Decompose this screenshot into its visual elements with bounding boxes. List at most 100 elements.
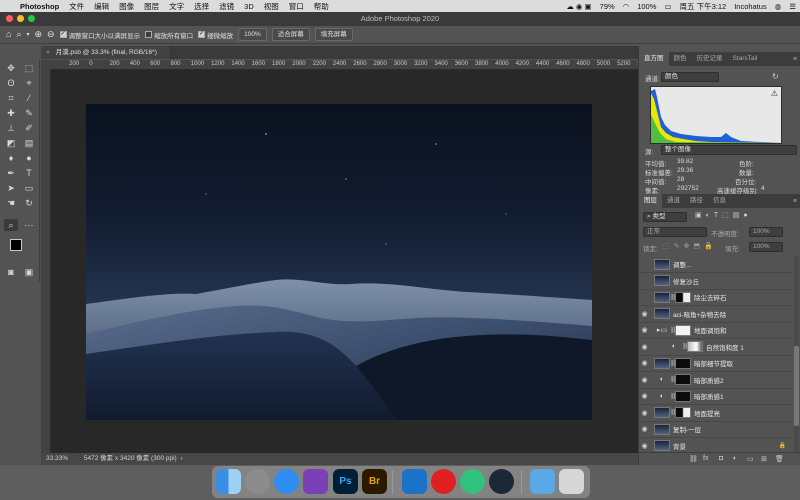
tab-channels[interactable]: 通道 <box>662 194 685 208</box>
panel-menu-icon[interactable]: ≡ <box>793 56 800 63</box>
layer-row[interactable]: ⛓ 除尘去碎石 <box>639 289 792 306</box>
rectangle-tool-icon[interactable]: ▭ <box>22 182 36 194</box>
layer-thumbnail[interactable] <box>654 258 670 270</box>
eyedropper-tool-icon[interactable]: ⁄ <box>22 92 36 104</box>
menu-app-name[interactable]: Photoshop <box>15 2 64 11</box>
adjustment-icon[interactable]: ◐ <box>666 341 682 352</box>
qq-music-icon[interactable] <box>460 469 485 494</box>
fill-input[interactable]: 100% <box>749 242 783 252</box>
control-center-icon[interactable]: ☰ <box>785 2 800 11</box>
link-layers-icon[interactable]: ⛓ <box>689 455 698 463</box>
eye-visible-icon[interactable]: ◉ <box>639 409 650 417</box>
zoom-in-icon[interactable]: ⊕ <box>35 30 43 39</box>
layers-scroll-thumb[interactable] <box>794 346 799 426</box>
layer-row[interactable]: ◉ ⛓ 暗部细节提取 <box>639 355 792 372</box>
menu-select[interactable]: 选择 <box>189 1 214 12</box>
panel-menu-icon[interactable]: ≡ <box>793 198 800 205</box>
tab-info[interactable]: 信息 <box>708 194 731 208</box>
zoom-window-button[interactable] <box>28 15 35 22</box>
rotate-view-tool-icon[interactable]: ↻ <box>22 197 36 209</box>
status-icons[interactable]: ☁ ◉ ▣ <box>562 2 595 11</box>
layer-thumbnail[interactable] <box>654 423 670 435</box>
foreground-color-swatch[interactable] <box>10 239 22 251</box>
source-select[interactable]: 整个图像 <box>661 145 797 155</box>
lock-icon[interactable]: 🔒 <box>779 442 786 449</box>
add-mask-icon[interactable]: ◘ <box>719 455 723 462</box>
adjustment-icon[interactable]: ◐ <box>654 390 670 402</box>
layer-row[interactable]: 修复沙丘 <box>639 273 792 290</box>
layer-thumbnail[interactable] <box>654 308 670 319</box>
horizontal-ruler[interactable]: 200 0 200 400 600 800 1000 1200 1400 1600 1800 2000… <box>51 60 638 70</box>
downloads-folder-icon[interactable] <box>530 469 555 494</box>
adjustment-icon[interactable]: ◐ <box>654 374 670 385</box>
layer-thumbnail[interactable] <box>654 357 670 369</box>
scrubby-zoom-checkbox[interactable]: ✓ 细微缩放 <box>198 30 233 40</box>
refresh-icon[interactable]: ↻ <box>772 72 779 81</box>
document-info[interactable]: 5472 像素 x 3420 像素 (300 ppi) <box>84 455 177 462</box>
layer-mask-thumbnail[interactable] <box>675 357 691 369</box>
layer-thumbnail[interactable] <box>654 275 670 286</box>
eye-visible-icon[interactable]: ◉ <box>639 343 650 351</box>
opacity-input[interactable]: 100% <box>749 227 783 237</box>
history-brush-tool-icon[interactable]: ✐ <box>22 122 36 134</box>
home-icon[interactable]: ⌂ <box>6 30 11 39</box>
tab-paths[interactable]: 路径 <box>685 194 708 208</box>
safari-icon[interactable] <box>274 469 299 494</box>
minimize-window-button[interactable] <box>17 15 24 22</box>
eye-visible-icon[interactable]: ◉ <box>639 310 650 318</box>
layer-row[interactable]: ◉ ◐ ⛓ 自然饱和度 1 <box>639 339 792 356</box>
tab-layers[interactable]: 图层 <box>639 194 662 208</box>
photoshop-icon[interactable]: Ps <box>333 469 358 494</box>
steam-icon[interactable] <box>489 469 514 494</box>
fill-screen-button[interactable]: 填充屏幕 <box>314 28 353 41</box>
menu-3d[interactable]: 3D <box>239 2 259 11</box>
menu-window[interactable]: 窗口 <box>284 1 309 12</box>
close-tab-icon[interactable]: × <box>46 49 50 56</box>
menu-type[interactable]: 文字 <box>164 1 189 12</box>
layer-thumbnail[interactable] <box>654 407 670 418</box>
healing-brush-tool-icon[interactable]: ✚ <box>4 107 18 119</box>
zoom-all-checkbox[interactable]: 缩放所有窗口 <box>145 30 193 40</box>
layer-row[interactable]: ◉ aci-暗角+杂物去除 <box>639 306 792 323</box>
layer-mask-thumbnail[interactable] <box>675 291 691 303</box>
netease-music-icon[interactable] <box>431 469 456 494</box>
lasso-tool-icon[interactable]: ʘ <box>4 77 18 89</box>
blend-mode-select[interactable]: 正常 <box>643 227 707 237</box>
affinity-photo-icon[interactable] <box>303 469 328 494</box>
menu-edit[interactable]: 编辑 <box>89 1 114 12</box>
layer-mask-thumbnail[interactable] <box>675 390 691 402</box>
type-tool-icon[interactable]: T <box>22 167 36 179</box>
fit-screen-button[interactable]: 适合屏幕 <box>271 28 310 41</box>
tab-starstail[interactable]: StarsTail <box>728 52 763 66</box>
layer-mask-thumbnail[interactable] <box>675 324 691 336</box>
layer-filter-icons[interactable]: ▣◐T⬚▤● <box>695 211 752 219</box>
trash-icon[interactable] <box>559 469 584 494</box>
eye-visible-icon[interactable]: ◉ <box>639 376 650 384</box>
pen-tool-icon[interactable]: ✒ <box>4 167 18 179</box>
launchpad-icon[interactable] <box>245 469 270 494</box>
layer-style-icon[interactable]: fx <box>703 455 708 462</box>
chevron-right-icon[interactable]: › <box>181 455 183 462</box>
vertical-ruler[interactable] <box>41 70 51 453</box>
gradient-tool-icon[interactable]: ▤ <box>22 137 36 149</box>
menu-help[interactable]: 帮助 <box>309 1 334 12</box>
eye-visible-icon[interactable]: ◉ <box>639 392 650 400</box>
layer-thumbnail[interactable] <box>654 440 670 451</box>
zoom-tool-preset-icon[interactable]: ⌕ <box>16 30 21 39</box>
layer-thumbnail[interactable] <box>654 291 670 303</box>
layer-row[interactable]: ◉ 复制-一层 <box>639 421 792 438</box>
layer-filter-select[interactable]: ⌕ 类型 <box>643 212 687 222</box>
zoom-100-button[interactable]: 100% <box>238 28 267 41</box>
new-group-icon[interactable]: ▭ <box>747 455 754 463</box>
menu-filter[interactable]: 滤镜 <box>214 1 239 12</box>
zoom-level[interactable]: 33.33% <box>46 455 68 462</box>
eye-visible-icon[interactable]: ◉ <box>639 326 650 334</box>
layer-mask-thumbnail[interactable] <box>675 407 691 418</box>
document-tab[interactable]: × 月漠.psb @ 33.3% (final, RGB/16*) <box>41 46 171 59</box>
eye-visible-icon[interactable]: ◉ <box>639 359 650 367</box>
menu-file[interactable]: 文件 <box>64 1 89 12</box>
eye-visible-icon[interactable]: ◉ <box>639 425 650 433</box>
path-selection-tool-icon[interactable]: ➤ <box>4 182 18 194</box>
tab-history[interactable]: 历史记录 <box>692 52 728 66</box>
wifi-icon[interactable]: ◠ <box>619 2 634 11</box>
